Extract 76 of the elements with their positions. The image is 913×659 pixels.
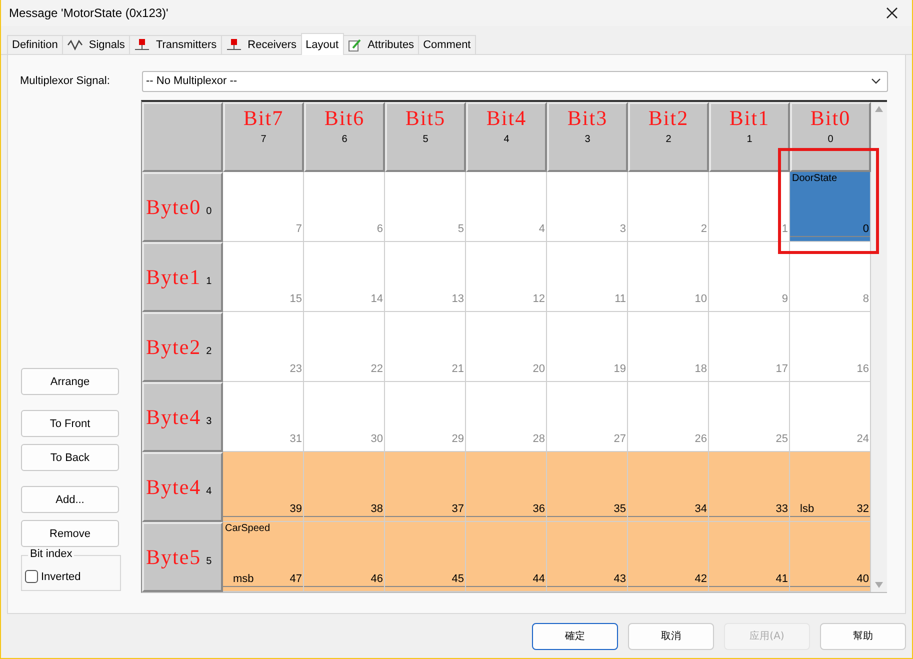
bit-cell[interactable]: 6 bbox=[304, 172, 385, 242]
bit-cell[interactable]: lsb 32 bbox=[790, 452, 871, 522]
bit-cell[interactable]: 3 bbox=[547, 172, 628, 242]
close-icon[interactable] bbox=[886, 7, 898, 19]
bit-column-header: Bit2 2 bbox=[628, 102, 709, 172]
bit-cell[interactable]: 44 bbox=[466, 522, 547, 592]
byte-row-header: Byte2 2 bbox=[142, 312, 223, 382]
bit-cell[interactable]: 2 bbox=[628, 172, 709, 242]
chevron-down-icon bbox=[871, 78, 881, 84]
bit-cell[interactable]: 11 bbox=[547, 242, 628, 312]
bit-cell[interactable]: 13 bbox=[385, 242, 466, 312]
pencil-icon bbox=[348, 38, 362, 52]
tab[interactable]: Comment bbox=[418, 35, 476, 54]
bit-cell[interactable]: 39 bbox=[223, 452, 304, 522]
bit-cell[interactable]: 41 bbox=[709, 522, 790, 592]
bit-cell[interactable]: CarSpeed msb 47 bbox=[223, 522, 304, 592]
bit-column-header: Bit5 5 bbox=[385, 102, 466, 172]
bit-cell[interactable]: 42 bbox=[628, 522, 709, 592]
tab[interactable]: Definition bbox=[7, 35, 63, 54]
bit-cell[interactable]: 5 bbox=[385, 172, 466, 242]
bit-cell[interactable]: 37 bbox=[385, 452, 466, 522]
bit-cell[interactable]: 19 bbox=[547, 312, 628, 382]
side-button[interactable]: Remove bbox=[21, 520, 119, 547]
bit-column-header: Bit0 0 bbox=[790, 102, 871, 172]
bit-cell[interactable]: 23 bbox=[223, 312, 304, 382]
scroll-down-icon bbox=[875, 582, 883, 588]
dialog-button[interactable]: 幫助 bbox=[820, 622, 906, 650]
bit-cell[interactable]: 40 bbox=[790, 522, 871, 592]
bit-cell[interactable]: 21 bbox=[385, 312, 466, 382]
group-title: Bit index bbox=[28, 548, 74, 560]
multiplexor-label: Multiplexor Signal: bbox=[20, 75, 111, 87]
tab[interactable]: Layout bbox=[300, 33, 344, 55]
bit-cell[interactable]: 22 bbox=[304, 312, 385, 382]
window-title: Message 'MotorState (0x123)' bbox=[9, 6, 168, 20]
byte-row-header: Byte4 3 bbox=[142, 382, 223, 452]
bit-cell[interactable]: 10 bbox=[628, 242, 709, 312]
side-button[interactable]: Arrange bbox=[21, 368, 119, 395]
waveform-icon bbox=[66, 39, 83, 51]
bit-cell[interactable]: 38 bbox=[304, 452, 385, 522]
bit-column-header: Bit4 4 bbox=[466, 102, 547, 172]
bit-cell[interactable]: 7 bbox=[223, 172, 304, 242]
bit-cell[interactable]: 45 bbox=[385, 522, 466, 592]
bit-column-header: Bit7 7 bbox=[223, 102, 304, 172]
node-icon bbox=[134, 39, 150, 51]
vertical-scrollbar[interactable] bbox=[871, 102, 887, 592]
bit-cell[interactable]: 4 bbox=[466, 172, 547, 242]
multiplexor-dropdown[interactable]: -- No Multiplexor -- bbox=[142, 70, 888, 92]
bit-cell[interactable]: 46 bbox=[304, 522, 385, 592]
bit-cell[interactable]: 12 bbox=[466, 242, 547, 312]
byte-row-header: Byte4 4 bbox=[142, 452, 223, 522]
bit-cell[interactable]: 18 bbox=[628, 312, 709, 382]
bit-cell[interactable]: 17 bbox=[709, 312, 790, 382]
side-button[interactable]: Add... bbox=[21, 486, 119, 513]
bit-column-header: Bit6 6 bbox=[304, 102, 385, 172]
bit-cell[interactable]: 33 bbox=[709, 452, 790, 522]
bit-cell[interactable]: 34 bbox=[628, 452, 709, 522]
bit-cell[interactable]: 36 bbox=[466, 452, 547, 522]
bit-cell[interactable]: 14 bbox=[304, 242, 385, 312]
bit-column-header: Bit1 1 bbox=[709, 102, 790, 172]
dialog-button[interactable]: 確定 bbox=[532, 622, 618, 650]
bit-cell[interactable]: 15 bbox=[223, 242, 304, 312]
bit-cell[interactable]: DoorState 0 bbox=[790, 172, 871, 242]
scroll-up-icon bbox=[875, 106, 883, 112]
bit-cell[interactable]: 43 bbox=[547, 522, 628, 592]
bit-column-header: Bit3 3 bbox=[547, 102, 628, 172]
node-icon bbox=[226, 39, 242, 51]
bit-cell[interactable]: 9 bbox=[709, 242, 790, 312]
side-button[interactable]: To Back bbox=[21, 444, 119, 471]
dialog-button[interactable]: 取消 bbox=[628, 622, 714, 650]
side-button[interactable]: To Front bbox=[21, 410, 119, 437]
bit-cell[interactable]: 35 bbox=[547, 452, 628, 522]
bit-cell[interactable]: 20 bbox=[466, 312, 547, 382]
tab[interactable]: Attributes bbox=[342, 35, 420, 54]
byte-row-header: Byte1 1 bbox=[142, 242, 223, 312]
byte-row-header: Byte5 5 bbox=[142, 522, 223, 592]
byte-row-header: Byte0 0 bbox=[142, 172, 223, 242]
